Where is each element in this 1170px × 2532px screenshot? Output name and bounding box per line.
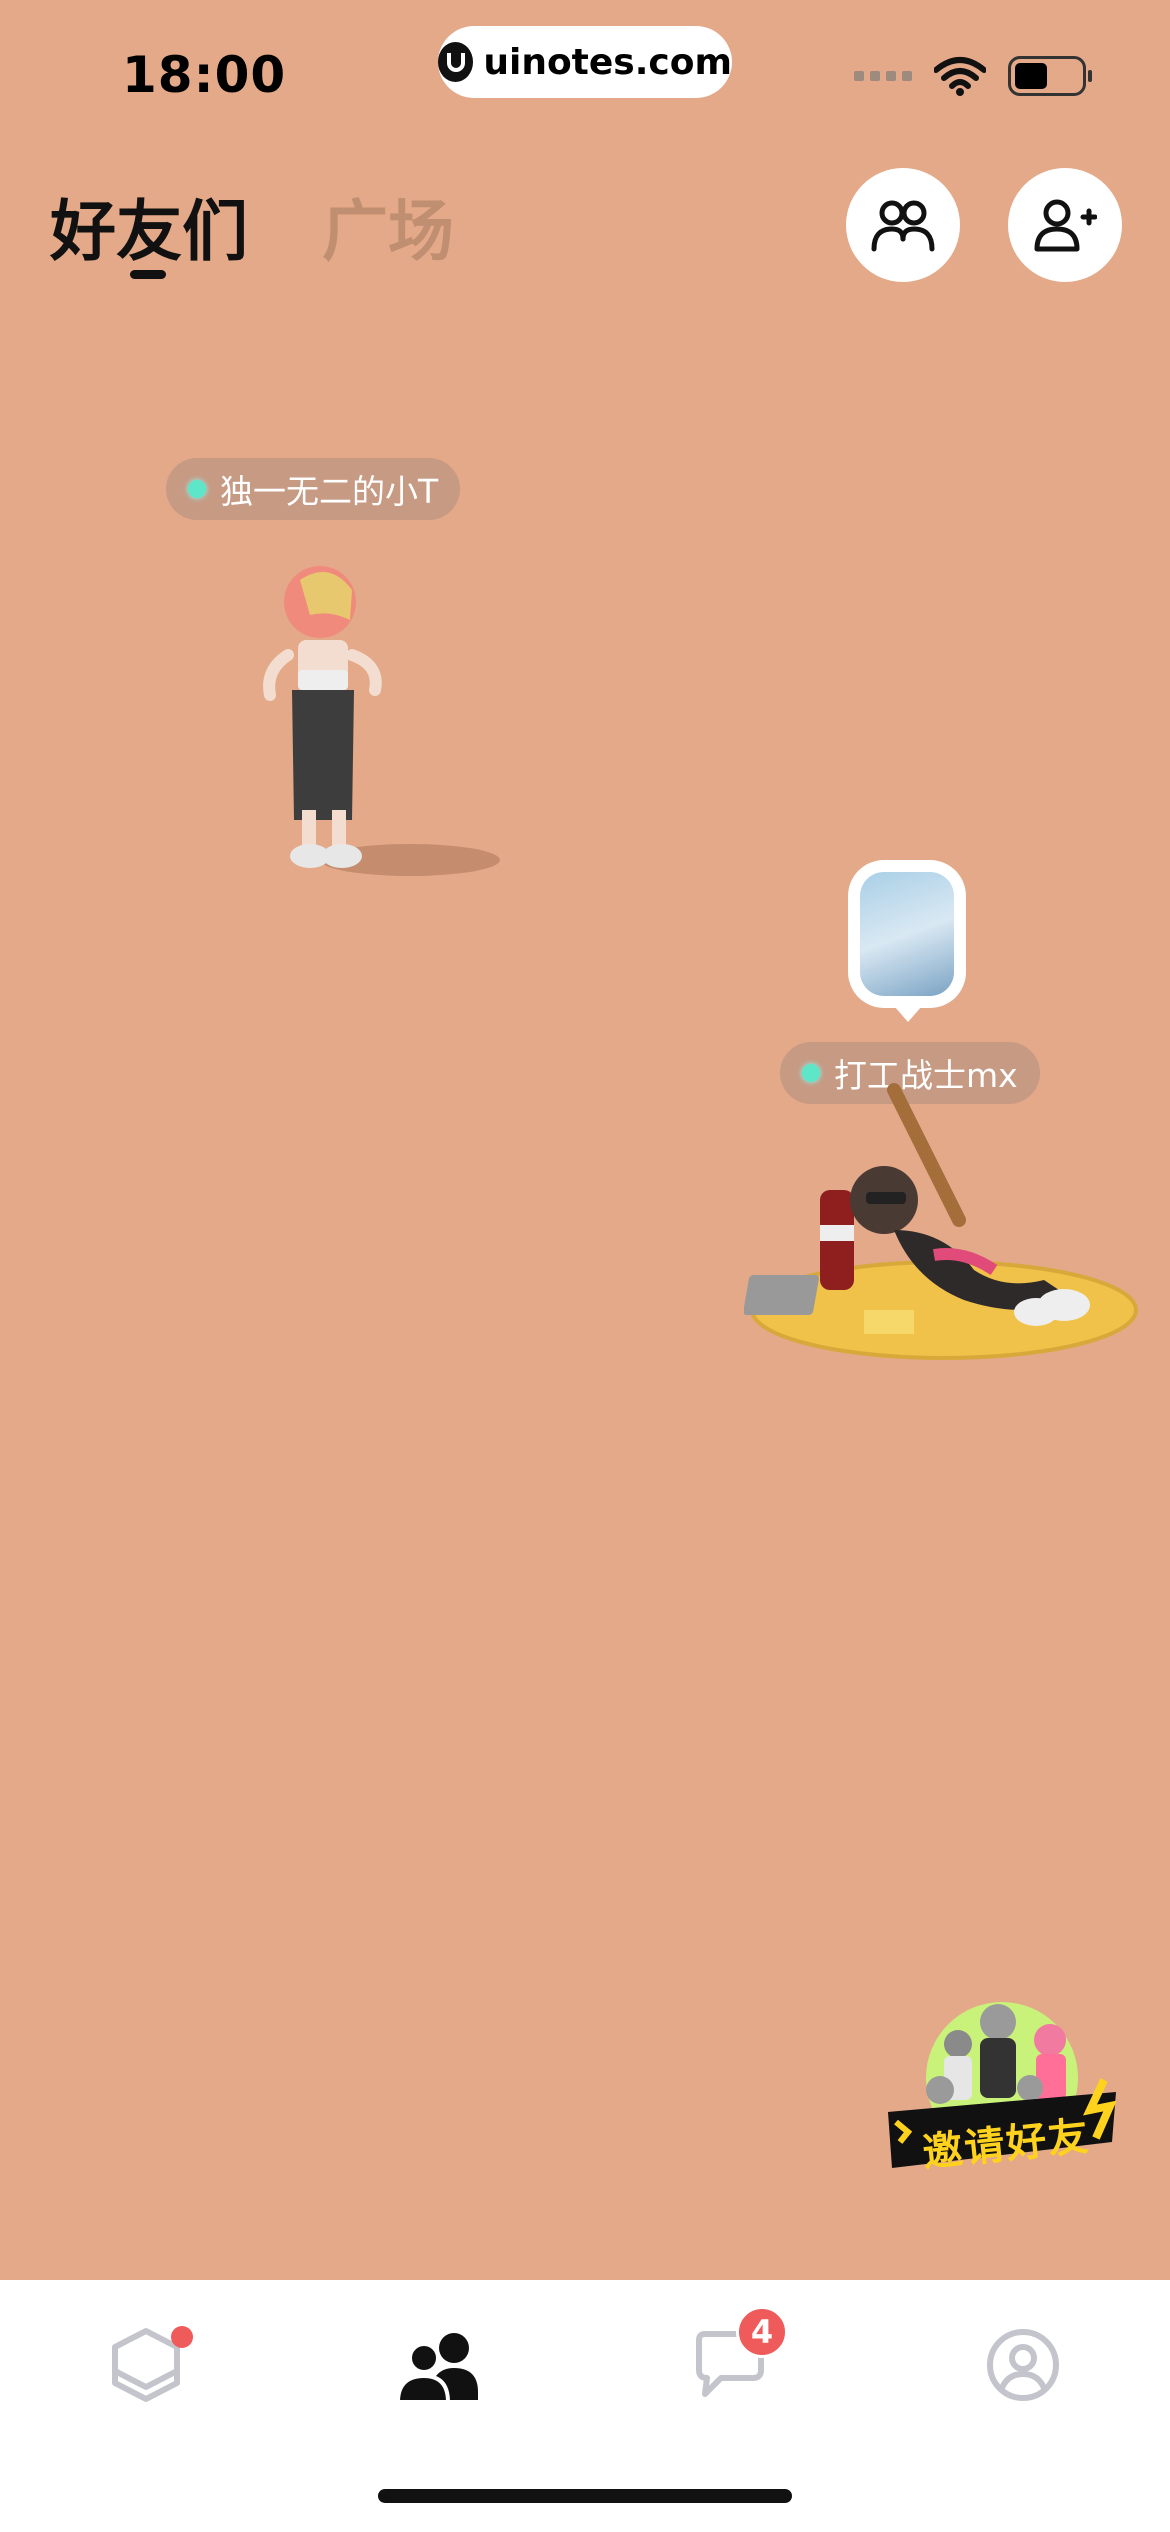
nav-friends[interactable] [393, 2320, 483, 2410]
friend-name-tag[interactable]: 独一无二的小T [166, 458, 461, 520]
friends-group-button[interactable] [846, 168, 960, 282]
avatar-character-image [263, 566, 500, 876]
notification-dot [171, 2326, 193, 2348]
home-indicator [378, 2489, 792, 2503]
add-friend-icon [1034, 199, 1097, 252]
friends-group-icon [871, 200, 935, 252]
add-friend-button[interactable] [1008, 168, 1122, 282]
status-icons [854, 56, 1092, 96]
tab-friends[interactable]: 好友们 [50, 178, 248, 279]
avatar-character-image [743, 1083, 1138, 1360]
invite-friends-button[interactable]: 邀请好友 [880, 1982, 1124, 2188]
tab-active-indicator [130, 270, 166, 279]
url-text: uinotes.com [483, 41, 732, 83]
friend-avatar[interactable] [240, 560, 540, 904]
signal-icon [854, 71, 912, 81]
tab-plaza[interactable]: 广场 [322, 178, 454, 274]
battery-icon [1008, 56, 1092, 96]
friends-icon [396, 2333, 478, 2402]
friend-avatar[interactable] [743, 1080, 1144, 1364]
friend-name: 独一无二的小T [220, 472, 439, 511]
tab-friends-label: 好友们 [50, 193, 248, 270]
status-bubble[interactable] [848, 860, 966, 1022]
tab-plaza-label: 广场 [322, 193, 454, 270]
nav-messages[interactable]: 4 [684, 2306, 788, 2410]
nav-profile[interactable] [978, 2320, 1068, 2410]
header-tabs: 好友们 广场 [50, 178, 454, 279]
site-logo-icon [438, 42, 474, 82]
online-status-dot [188, 480, 206, 498]
wifi-icon [934, 57, 986, 96]
profile-icon [987, 2329, 1059, 2401]
message-count-badge: 4 [736, 2306, 788, 2358]
nav-home[interactable] [101, 2320, 193, 2410]
bubble-image [860, 872, 954, 996]
url-pill[interactable]: uinotes.com [438, 26, 732, 98]
status-time: 18:00 [122, 46, 287, 104]
